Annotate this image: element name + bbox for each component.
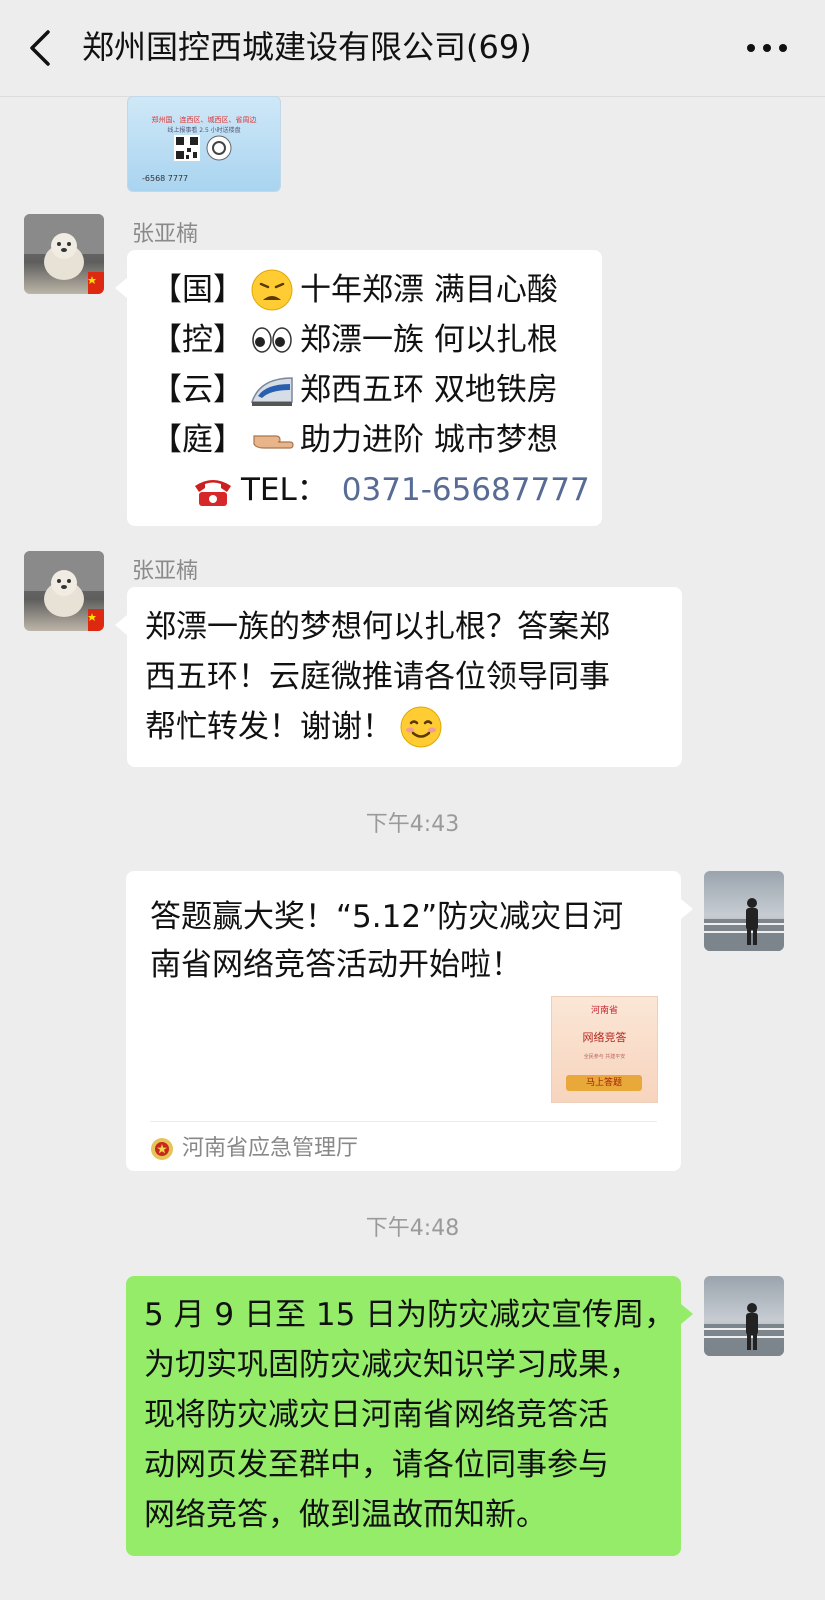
national-emblem-icon: [151, 1138, 173, 1160]
pointing-right-emoji: [253, 435, 294, 449]
image-caption: 郑州国、连西区、城西区、省周边: [151, 116, 257, 124]
bullet-train-emoji: [250, 377, 293, 406]
back-button[interactable]: [24, 28, 60, 68]
chevron-left-icon: [30, 30, 50, 66]
person-avatar-image: [704, 1303, 784, 1356]
link-card-source-name: 河南省应急管理厅: [182, 1136, 359, 1161]
bracket-label: 【云】: [151, 372, 244, 408]
bracket-label: 【控】: [151, 322, 244, 358]
smiling-face-emoji: [400, 706, 442, 748]
weary-face-emoji: [251, 269, 293, 311]
message-text: 助力进阶 城市梦想: [300, 422, 558, 458]
message-line: 【控】 郑漂一族 何以扎根: [151, 315, 602, 365]
message-text: 帮忙转发！谢谢！: [145, 709, 393, 745]
dog-avatar-image: [24, 214, 104, 294]
message-text: 现将防灾减灾日河南省网络竞答活: [144, 1397, 609, 1433]
message-text: 郑漂一族的梦想何以扎根？答案郑: [145, 609, 610, 645]
thumbnail-button: 马上答题: [566, 1075, 642, 1091]
link-card-thumbnail: 河南省 网络竞答 全民参与 共建平安 马上答题: [551, 996, 658, 1103]
link-card-title-line: 南省网络竞答活动开始啦！: [150, 947, 522, 983]
timestamp: 下午4:48: [365, 1216, 460, 1241]
image-subcaption: 线上报事看 2.5 小时送楼盘: [167, 127, 241, 134]
logo-icon: [206, 135, 232, 161]
tel-label: TEL：: [241, 472, 328, 508]
message-line: 【庭】 助力进阶 城市梦想: [151, 415, 602, 465]
message-text: 十年郑漂 满目心酸: [300, 272, 558, 308]
sender-name: 张亚楠: [132, 222, 199, 247]
my-avatar[interactable]: [704, 1276, 784, 1356]
thumbnail-title: 网络竞答: [582, 1031, 627, 1044]
message-text: 为切实巩固防灾减灾知识学习成果，: [144, 1347, 640, 1383]
my-avatar[interactable]: [704, 871, 784, 951]
link-card-title-line: 答题赢大奖！“5.12”防灾减灾日河: [150, 899, 624, 935]
message-text: 郑漂一族 何以扎根: [300, 322, 558, 358]
message-bubble[interactable]: 郑漂一族的梦想何以扎根？答案郑 西五环！云庭微推请各位领导同事 帮忙转发！谢谢！: [115, 587, 682, 767]
message-text: 郑西五环 双地铁房: [300, 372, 558, 408]
bracket-label: 【庭】: [151, 422, 244, 458]
telephone-emoji: [195, 480, 231, 506]
sender-name: 张亚楠: [132, 559, 199, 584]
link-card-source: 河南省应急管理厅: [150, 1129, 358, 1169]
tel-line: TEL： 0371-65687777: [151, 465, 602, 515]
message-text: 西五环！云庭微推请各位领导同事: [145, 659, 610, 695]
chat-title: 郑州国控西城建设有限公司(69): [82, 28, 532, 66]
message-text: 网络竞答，做到温故而知新。: [144, 1497, 547, 1533]
timestamp: 下午4:43: [365, 812, 460, 837]
bracket-label: 【国】: [151, 272, 244, 308]
message-bubble[interactable]: 【国】 十年郑漂 满目心酸 【控】 郑漂一族 何以扎根 【云】 郑西五环 双地铁…: [115, 250, 602, 526]
more-button[interactable]: [745, 36, 789, 60]
message-bubble-outgoing[interactable]: 5 月 9 日至 15 日为防灾减灾宣传周， 为切实巩固防灾减灾知识学习成果， …: [126, 1276, 693, 1556]
qr-code-icon: [174, 135, 200, 161]
message-text: 动网页发至群中，请各位同事参与: [144, 1447, 609, 1483]
avatar[interactable]: [24, 551, 104, 631]
message-line: 【国】 十年郑漂 满目心酸: [151, 265, 602, 315]
image-message[interactable]: 郑州国、连西区、城西区、省周边 线上报事看 2.5 小时送楼盘 -6568 77…: [127, 96, 281, 192]
link-card-divider: [150, 1121, 657, 1122]
thumbnail-subtitle: 全民参与 共建平安: [583, 1054, 626, 1060]
person-avatar-image: [704, 898, 784, 951]
message-text: 5 月 9 日至 15 日为防灾减灾宣传周，: [144, 1297, 676, 1333]
message-line: 帮忙转发！谢谢！: [145, 702, 682, 752]
thumbnail-top-text: 河南省: [590, 1006, 618, 1016]
message-line: 【云】 郑西五环 双地铁房: [151, 365, 602, 415]
avatar[interactable]: [24, 214, 104, 294]
image-phone: -6568 7777: [142, 174, 189, 183]
link-card[interactable]: 答题赢大奖！“5.12”防灾减灾日河 南省网络竞答活动开始啦！ 河南省 网络竞答…: [126, 871, 693, 1171]
tel-number-link[interactable]: 0371-65687777: [342, 465, 590, 515]
eyes-emoji: [252, 327, 292, 353]
link-card-title: 答题赢大奖！“5.12”防灾减灾日河 南省网络竞答活动开始啦！: [150, 893, 657, 989]
chat-header: 郑州国控西城建设有限公司(69): [0, 0, 825, 97]
more-dots-icon: [747, 44, 787, 52]
dog-avatar-image: [24, 551, 104, 631]
